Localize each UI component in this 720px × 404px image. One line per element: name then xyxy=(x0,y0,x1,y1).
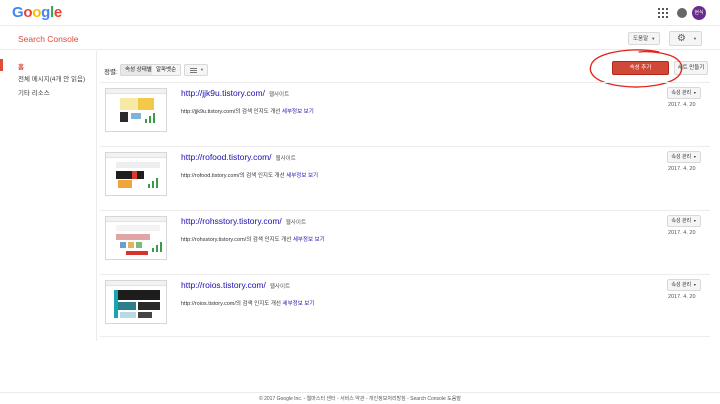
property-row: http://jjk9u.tistory.com/웹사이트 http://jjk… xyxy=(100,82,710,146)
added-date: 2017. 4. 20 xyxy=(668,102,696,108)
footer: © 2017 Google Inc. - 웹마스터 센터 - 서비스 약관 - … xyxy=(0,392,720,404)
site-link[interactable]: http://roios.tistory.com/웹사이트 xyxy=(181,280,290,290)
site-description-text: http://roios.tistory.com/의 검색 인지도 개선 xyxy=(181,301,281,307)
added-date: 2017. 4. 20 xyxy=(668,294,696,300)
chevron-down-icon: ▼ xyxy=(693,283,697,287)
added-date: 2017. 4. 20 xyxy=(668,166,696,172)
manage-property-button[interactable]: 속성 관리 ▼ xyxy=(667,215,701,227)
sidebar: 홈 전체 메시지(4개 안 읽음) 기타 리소스 xyxy=(0,51,97,341)
help-button[interactable]: 도움말 ▼ xyxy=(628,32,661,45)
site-link[interactable]: http://jjk9u.tistory.com/웹사이트 xyxy=(181,88,289,98)
sort-label: 정렬: xyxy=(104,69,118,76)
list-view-icon xyxy=(190,68,197,73)
sort-alphabetical-button[interactable]: 알파벳순 xyxy=(152,64,182,76)
manage-property-label: 속성 관리 xyxy=(671,218,692,224)
notifications-icon[interactable] xyxy=(677,8,687,18)
site-thumbnail[interactable] xyxy=(105,216,167,260)
apps-grid-icon[interactable] xyxy=(658,8,668,18)
chevron-down-icon: ▼ xyxy=(693,36,697,41)
help-button-label: 도움말 xyxy=(633,36,649,42)
manage-property-label: 속성 관리 xyxy=(671,90,692,96)
create-set-button[interactable]: 세트 만들기 xyxy=(674,61,708,75)
chevron-down-icon: ▼ xyxy=(693,91,697,95)
logo-letter: g xyxy=(41,4,50,21)
sidebar-item-messages[interactable]: 전체 메시지(4개 안 읽음) xyxy=(18,73,85,83)
site-thumbnail[interactable] xyxy=(105,152,167,196)
sidebar-item-other-resources[interactable]: 기타 리소스 xyxy=(18,87,50,97)
property-row: http://rohsstory.tistory.com/웹사이트 http:/… xyxy=(100,210,710,274)
logo-letter: o xyxy=(32,4,42,21)
site-description-text: http://rofood.tistory.com/의 검색 인지도 개선 xyxy=(181,173,285,179)
gear-icon: ⚙ xyxy=(677,33,686,44)
property-row: http://roios.tistory.com/웹사이트 http://roi… xyxy=(100,274,710,338)
site-url[interactable]: http://jjk9u.tistory.com/ xyxy=(181,88,265,98)
avatar[interactable]: 현식 xyxy=(692,6,706,20)
google-logo[interactable]: Google xyxy=(12,4,62,21)
details-link[interactable]: 세부정보 보기 xyxy=(293,237,325,243)
site-description: http://rofood.tistory.com/의 검색 인지도 개선 세부… xyxy=(181,171,318,179)
chevron-down-icon: ▼ xyxy=(651,36,656,41)
details-link[interactable]: 세부정보 보기 xyxy=(282,109,314,115)
manage-property-label: 속성 관리 xyxy=(671,154,692,160)
site-description-text: http://jjk9u.tistory.com/의 검색 인지도 개선 xyxy=(181,109,281,115)
manage-property-button[interactable]: 속성 관리 ▼ xyxy=(667,279,701,291)
manage-property-button[interactable]: 속성 관리 ▼ xyxy=(667,151,701,163)
chevron-down-icon: ▼ xyxy=(200,67,204,72)
site-link[interactable]: http://rofood.tistory.com/웹사이트 xyxy=(181,152,296,162)
logo-letter: G xyxy=(12,4,24,21)
details-link[interactable]: 세부정보 보기 xyxy=(286,173,318,179)
chevron-down-icon: ▼ xyxy=(693,155,697,159)
sidebar-item-home[interactable]: 홈 xyxy=(18,61,24,71)
product-title[interactable]: Search Console xyxy=(18,34,78,44)
manage-property-label: 속성 관리 xyxy=(671,282,692,288)
details-link[interactable]: 세부정보 보기 xyxy=(283,301,315,307)
property-row: http://rofood.tistory.com/웹사이트 http://ro… xyxy=(100,146,710,210)
view-toggle-button[interactable]: ▼ xyxy=(184,64,208,76)
chevron-down-icon: ▼ xyxy=(693,219,697,223)
site-url[interactable]: http://rofood.tistory.com/ xyxy=(181,152,272,162)
site-link[interactable]: http://rohsstory.tistory.com/웹사이트 xyxy=(181,216,306,226)
top-bar: Google 현식 xyxy=(0,0,720,26)
site-description: http://jjk9u.tistory.com/의 검색 인지도 개선 세부정… xyxy=(181,107,314,115)
product-bar: Search Console 도움말 ▼ ⚙ ▼ xyxy=(0,26,720,50)
site-type: 웹사이트 xyxy=(275,156,296,162)
active-indicator xyxy=(0,59,3,71)
site-description: http://roios.tistory.com/의 검색 인지도 개선 세부정… xyxy=(181,299,314,307)
add-property-button[interactable]: 속성 추가 xyxy=(612,61,669,75)
site-type: 웹사이트 xyxy=(285,220,307,226)
site-type: 웹사이트 xyxy=(269,284,291,290)
site-description: http://rohsstory.tistory.com/의 검색 인지도 개선… xyxy=(181,235,325,243)
logo-letter: e xyxy=(53,4,62,21)
site-url[interactable]: http://roios.tistory.com/ xyxy=(181,280,266,290)
added-date: 2017. 4. 20 xyxy=(668,230,696,236)
site-url[interactable]: http://rohsstory.tistory.com/ xyxy=(181,216,282,226)
logo-letter: o xyxy=(23,4,33,21)
settings-button[interactable]: ⚙ ▼ xyxy=(669,31,702,46)
site-description-text: http://rohsstory.tistory.com/의 검색 인지도 개선 xyxy=(181,237,292,243)
content-divider xyxy=(100,336,710,337)
site-thumbnail[interactable] xyxy=(105,88,167,132)
site-thumbnail[interactable] xyxy=(105,280,167,324)
manage-property-button[interactable]: 속성 관리 ▼ xyxy=(667,87,701,99)
site-type: 웹사이트 xyxy=(268,92,290,98)
